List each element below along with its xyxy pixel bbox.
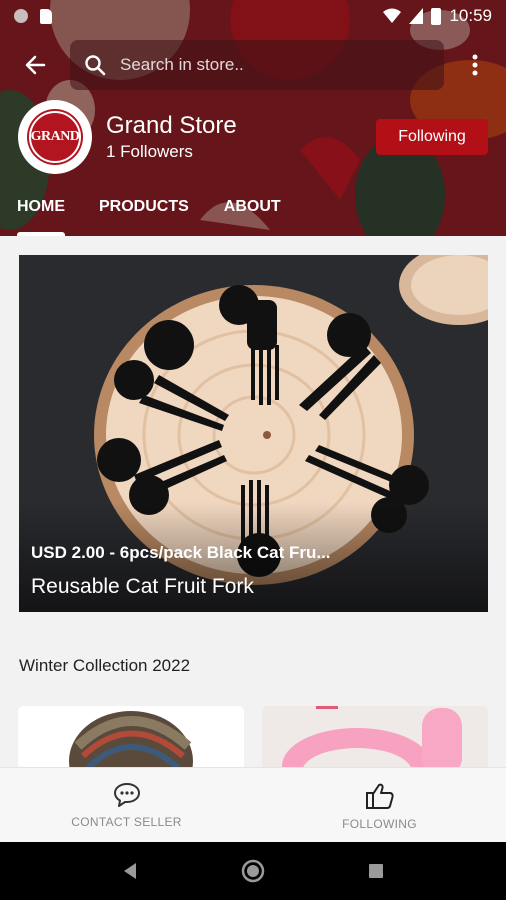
wifi-icon — [383, 8, 402, 23]
sd-card-icon — [40, 8, 52, 24]
cellular-signal-icon — [409, 8, 424, 24]
product-card[interactable] — [18, 706, 244, 776]
store-logo-text: GRAND — [29, 111, 81, 163]
contact-seller-label: CONTACT SELLER — [71, 815, 182, 829]
tab-products[interactable]: PRODUCTS — [99, 186, 189, 236]
system-back-icon[interactable] — [122, 862, 138, 880]
system-home-icon[interactable] — [241, 859, 265, 883]
more-vert-icon — [472, 54, 478, 76]
notification-dot-icon — [14, 9, 28, 23]
following-label: FOLLOWING — [342, 817, 417, 831]
store-tabs: HOME PRODUCTS ABOUT — [0, 186, 281, 236]
promo-title: Reusable Cat Fruit Fork — [31, 575, 254, 598]
promo-banner[interactable]: USD 2.00 - 6pcs/pack Black Cat Fru... Re… — [19, 255, 488, 612]
chat-bubble-icon — [113, 783, 140, 807]
bottom-navigation: CONTACT SELLER FOLLOWING — [0, 767, 506, 842]
following-nav-button[interactable]: FOLLOWING — [253, 768, 506, 842]
more-options-button[interactable] — [444, 38, 506, 92]
system-navigation-bar — [0, 842, 506, 900]
thumbs-up-icon — [365, 783, 394, 809]
system-recents-icon[interactable] — [368, 863, 384, 879]
status-bar: 10:59 — [0, 0, 506, 32]
store-logo: GRAND — [18, 100, 92, 174]
search-input[interactable]: Search in store.. — [70, 40, 444, 90]
store-name: Grand Store — [106, 112, 237, 139]
back-button[interactable] — [0, 38, 70, 92]
search-placeholder: Search in store.. — [120, 55, 244, 74]
store-info-row: GRAND Grand Store 1 Followers Following — [18, 100, 488, 174]
tab-about[interactable]: ABOUT — [224, 186, 281, 236]
tab-home[interactable]: HOME — [17, 186, 65, 236]
back-arrow-icon — [25, 55, 46, 75]
store-header: 10:59 Search in store.. GRAND Grand Stor — [0, 0, 506, 236]
top-app-bar: Search in store.. — [0, 38, 506, 92]
product-card[interactable] — [262, 706, 488, 776]
status-time: 10:59 — [449, 6, 492, 25]
promo-price-line: USD 2.00 - 6pcs/pack Black Cat Fru... — [31, 543, 331, 562]
section-title: Winter Collection 2022 — [19, 656, 191, 675]
product-card-image — [262, 706, 488, 776]
search-icon — [85, 55, 106, 76]
following-button[interactable]: Following — [376, 119, 488, 155]
store-followers-count: 1 Followers — [106, 142, 193, 161]
contact-seller-button[interactable]: CONTACT SELLER — [0, 768, 253, 842]
product-card-image — [18, 706, 244, 776]
battery-icon — [431, 7, 442, 25]
